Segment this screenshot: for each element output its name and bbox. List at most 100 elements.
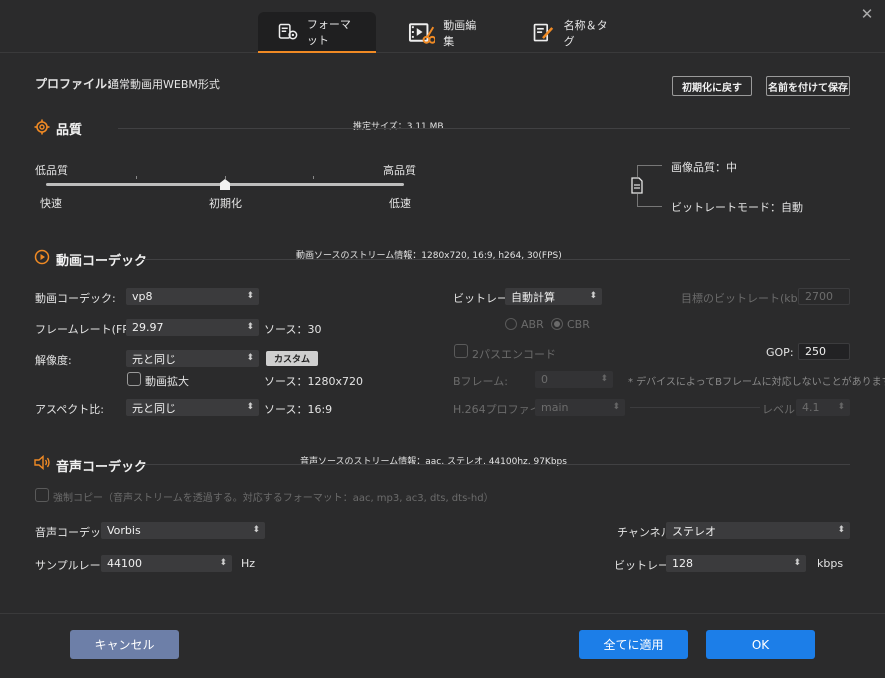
speaker-icon bbox=[34, 455, 50, 470]
abr-label: ABR bbox=[521, 318, 544, 331]
audio-source-info: 音声ソースのストリーム情報：aac, ステレオ, 44100hz, 97Kbps bbox=[300, 457, 567, 467]
upscale-label: 動画拡大 bbox=[145, 375, 189, 388]
low-quality-label: 低品質 bbox=[35, 164, 68, 177]
audio-codec-value: Vorbis bbox=[107, 524, 141, 537]
bitrate-mode: ビットレートモード：自動 bbox=[671, 201, 803, 214]
updown-icon: ⬍ bbox=[612, 402, 620, 412]
reset-button[interactable]: 初期化に戻す bbox=[672, 76, 752, 96]
video-codec-select[interactable]: vp8 ⬍ bbox=[126, 288, 259, 305]
bframe-select[interactable]: 0 ⬍ bbox=[535, 371, 613, 388]
rename-tag-icon bbox=[533, 23, 554, 41]
resolution-value: 元と同じ bbox=[132, 352, 176, 366]
video-codec-title: 動画コーデック bbox=[56, 254, 148, 269]
gop-input[interactable]: 250 bbox=[798, 343, 850, 360]
cbr-label: CBR bbox=[567, 318, 590, 331]
audio-bitrate-unit: kbps bbox=[817, 557, 844, 570]
updown-icon: ⬍ bbox=[837, 402, 845, 412]
updown-icon: ⬍ bbox=[793, 558, 801, 568]
profile-label: プロファイル: bbox=[35, 77, 112, 91]
slow-label: 低速 bbox=[389, 197, 411, 210]
force-copy-checkbox[interactable] bbox=[35, 488, 49, 502]
aspect-select[interactable]: 元と同じ ⬍ bbox=[126, 399, 259, 416]
bitrate-select[interactable]: 自動計算 ⬍ bbox=[505, 288, 602, 305]
aspect-label: アスペクト比: bbox=[35, 403, 104, 416]
tab-video-edit[interactable]: 動画編集 bbox=[388, 12, 506, 53]
tab-rename-tag-label: 名称＆タグ bbox=[563, 18, 608, 48]
profile-value: 通常動画用WEBM形式 bbox=[108, 78, 220, 91]
tab-rename-tag[interactable]: 名称＆タグ bbox=[512, 12, 630, 53]
resolution-select[interactable]: 元と同じ ⬍ bbox=[126, 350, 259, 367]
resolution-source: ソース：1280x720 bbox=[264, 375, 363, 388]
slider-tick bbox=[313, 176, 314, 179]
format-settings-icon bbox=[278, 23, 298, 39]
level-select[interactable]: 4.1 ⬍ bbox=[796, 399, 850, 416]
default-label: 初期化 bbox=[209, 197, 242, 210]
bitrate-value: 自動計算 bbox=[511, 290, 555, 304]
cbr-radio[interactable] bbox=[551, 318, 563, 330]
play-circle-icon bbox=[34, 249, 50, 265]
h264-profile-select[interactable]: main ⬍ bbox=[535, 399, 625, 416]
force-copy-label: 強制コピー（音声ストリームを透過する。対応するフォーマット：aac, mp3, … bbox=[53, 493, 494, 504]
slider-tick bbox=[225, 176, 226, 179]
fast-label: 快速 bbox=[40, 197, 62, 210]
tab-format-label: フォーマット bbox=[306, 17, 351, 47]
custom-button-label: カスタム bbox=[273, 355, 310, 365]
h264-divider bbox=[630, 407, 760, 408]
twopass-label: 2パスエンコード bbox=[472, 348, 556, 361]
audio-bitrate-value: 128 bbox=[672, 557, 693, 570]
aspect-value: 元と同じ bbox=[132, 401, 176, 415]
ok-button[interactable]: OK bbox=[706, 630, 815, 659]
abr-radio[interactable] bbox=[505, 318, 517, 330]
updown-icon: ⬍ bbox=[246, 402, 254, 412]
updown-icon: ⬍ bbox=[589, 291, 597, 301]
tab-format[interactable]: フォーマット bbox=[258, 12, 376, 53]
close-icon[interactable]: ✕ bbox=[859, 6, 875, 22]
cancel-button[interactable]: キャンセル bbox=[70, 630, 179, 659]
custom-button[interactable]: カスタム bbox=[266, 351, 318, 366]
image-quality: 画像品質：中 bbox=[671, 161, 737, 174]
tab-video-edit-label: 動画編集 bbox=[443, 18, 477, 48]
bframe-value: 0 bbox=[541, 373, 548, 386]
apply-all-button-label: 全てに適用 bbox=[603, 638, 664, 652]
bframe-label: Bフレーム: bbox=[453, 375, 508, 388]
gop-value: 250 bbox=[805, 345, 826, 358]
h264-profile-value: main bbox=[541, 401, 569, 414]
gop-label: GOP: bbox=[766, 346, 794, 359]
apply-all-button[interactable]: 全てに適用 bbox=[579, 630, 688, 659]
framerate-source: ソース：30 bbox=[264, 323, 322, 336]
resolution-label: 解像度: bbox=[35, 354, 72, 367]
channel-select[interactable]: ステレオ ⬍ bbox=[666, 522, 850, 539]
bframe-note: * デバイスによってBフレームに対応しないことがあります bbox=[628, 377, 885, 388]
samplerate-select[interactable]: 44100 ⬍ bbox=[101, 555, 232, 572]
target-bitrate-input[interactable]: 2700 bbox=[798, 288, 850, 305]
level-label: レベル: bbox=[762, 403, 799, 416]
high-quality-label: 高品質 bbox=[383, 164, 416, 177]
updown-icon: ⬍ bbox=[252, 525, 260, 535]
slider-tick bbox=[136, 176, 137, 179]
video-codec-label: 動画コーデック: bbox=[35, 292, 116, 305]
audio-bitrate-select[interactable]: 128 ⬍ bbox=[666, 555, 806, 572]
document-icon bbox=[630, 177, 644, 194]
estimated-size: 推定サイズ：3.11 MB bbox=[353, 122, 444, 132]
audio-codec-title: 音声コーデック bbox=[56, 460, 148, 475]
updown-icon: ⬍ bbox=[246, 291, 254, 301]
cancel-button-label: キャンセル bbox=[94, 638, 155, 652]
audio-codec-select[interactable]: Vorbis ⬍ bbox=[101, 522, 265, 539]
framerate-select[interactable]: 29.97 ⬍ bbox=[126, 319, 259, 336]
upscale-checkbox[interactable] bbox=[127, 372, 141, 386]
twopass-checkbox[interactable] bbox=[454, 344, 468, 358]
samplerate-value: 44100 bbox=[107, 557, 142, 570]
ok-button-label: OK bbox=[751, 637, 770, 652]
gear-icon bbox=[34, 119, 50, 135]
aspect-source: ソース：16:9 bbox=[264, 403, 333, 416]
tab-bar: フォーマット 動画編集 名称＆タグ ✕ bbox=[0, 0, 885, 53]
quality-slider-thumb[interactable] bbox=[220, 179, 230, 190]
video-edit-icon bbox=[408, 22, 436, 44]
channel-value: ステレオ bbox=[672, 524, 716, 538]
save-as-button[interactable]: 名前を付けて保存 bbox=[766, 76, 850, 96]
quality-divider-line bbox=[118, 128, 850, 129]
target-bitrate-value: 2700 bbox=[805, 290, 833, 303]
updown-icon: ⬍ bbox=[246, 353, 254, 363]
video-divider bbox=[140, 259, 850, 260]
updown-icon: ⬍ bbox=[837, 525, 845, 535]
